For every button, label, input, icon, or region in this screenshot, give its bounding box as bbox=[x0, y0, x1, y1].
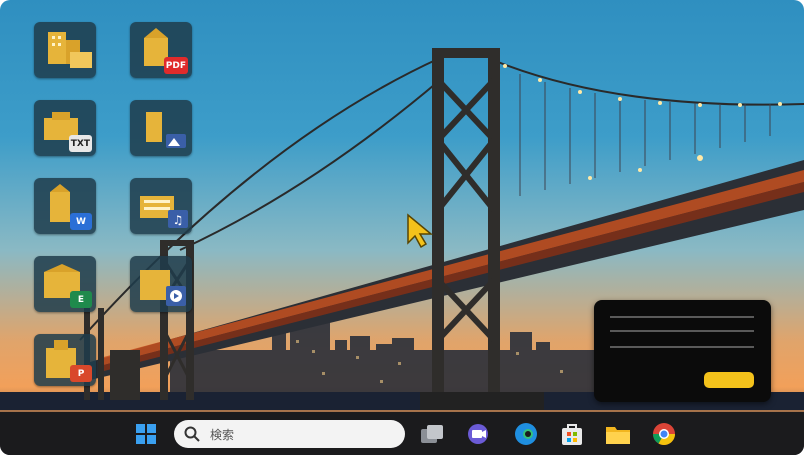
desktop-icon-2[interactable]: PDF bbox=[130, 22, 192, 78]
desktop: PDF TXT W ♫ E P 検索 bbox=[0, 0, 804, 455]
excel-badge: E bbox=[70, 291, 92, 308]
store-icon bbox=[562, 424, 582, 445]
store-button[interactable] bbox=[558, 420, 586, 448]
dialog-text-line bbox=[610, 316, 754, 318]
start-button[interactable] bbox=[132, 420, 160, 448]
start-icon bbox=[136, 424, 156, 444]
desktop-icon-9[interactable]: P bbox=[34, 334, 96, 386]
notification-dialog bbox=[594, 300, 771, 402]
word-badge: W bbox=[70, 213, 92, 230]
file-explorer-icon bbox=[606, 427, 630, 444]
taskbar-search-box[interactable]: 検索 bbox=[174, 420, 405, 448]
desktop-icon-1[interactable] bbox=[34, 22, 96, 78]
edge-button[interactable] bbox=[512, 420, 540, 448]
taskbar: 検索 bbox=[0, 412, 804, 455]
desktop-icon-4[interactable] bbox=[130, 100, 192, 156]
edge-icon bbox=[515, 423, 537, 445]
chrome-icon bbox=[653, 423, 675, 445]
desktop-icon-7[interactable]: E bbox=[34, 256, 96, 312]
chat-button[interactable] bbox=[464, 420, 492, 448]
txt-badge: TXT bbox=[68, 135, 92, 152]
task-view-icon bbox=[421, 425, 443, 443]
search-icon bbox=[184, 426, 200, 442]
chrome-button[interactable] bbox=[650, 420, 678, 448]
building-image-icon bbox=[146, 112, 186, 148]
building-music-icon: ♫ bbox=[140, 196, 188, 228]
desktop-icon-5[interactable]: W bbox=[34, 178, 96, 234]
building-files-icon bbox=[48, 32, 92, 68]
task-view-button[interactable] bbox=[418, 420, 446, 448]
dialog-text-line bbox=[610, 330, 754, 332]
search-placeholder: 検索 bbox=[210, 428, 235, 442]
desktop-icon-8[interactable] bbox=[130, 256, 192, 312]
pdf-badge: PDF bbox=[163, 57, 188, 74]
mouse-cursor-icon bbox=[407, 213, 434, 249]
dialog-text-line bbox=[610, 346, 754, 348]
desktop-icon-6[interactable]: ♫ bbox=[130, 178, 192, 234]
chat-icon bbox=[468, 424, 488, 444]
svg-text:♫: ♫ bbox=[173, 213, 184, 227]
desktop-icon-3[interactable]: TXT bbox=[34, 100, 96, 156]
file-explorer-button[interactable] bbox=[604, 420, 632, 448]
dialog-confirm-button[interactable] bbox=[704, 372, 754, 388]
building-video-icon bbox=[140, 270, 186, 306]
powerpoint-badge: P bbox=[70, 365, 92, 382]
